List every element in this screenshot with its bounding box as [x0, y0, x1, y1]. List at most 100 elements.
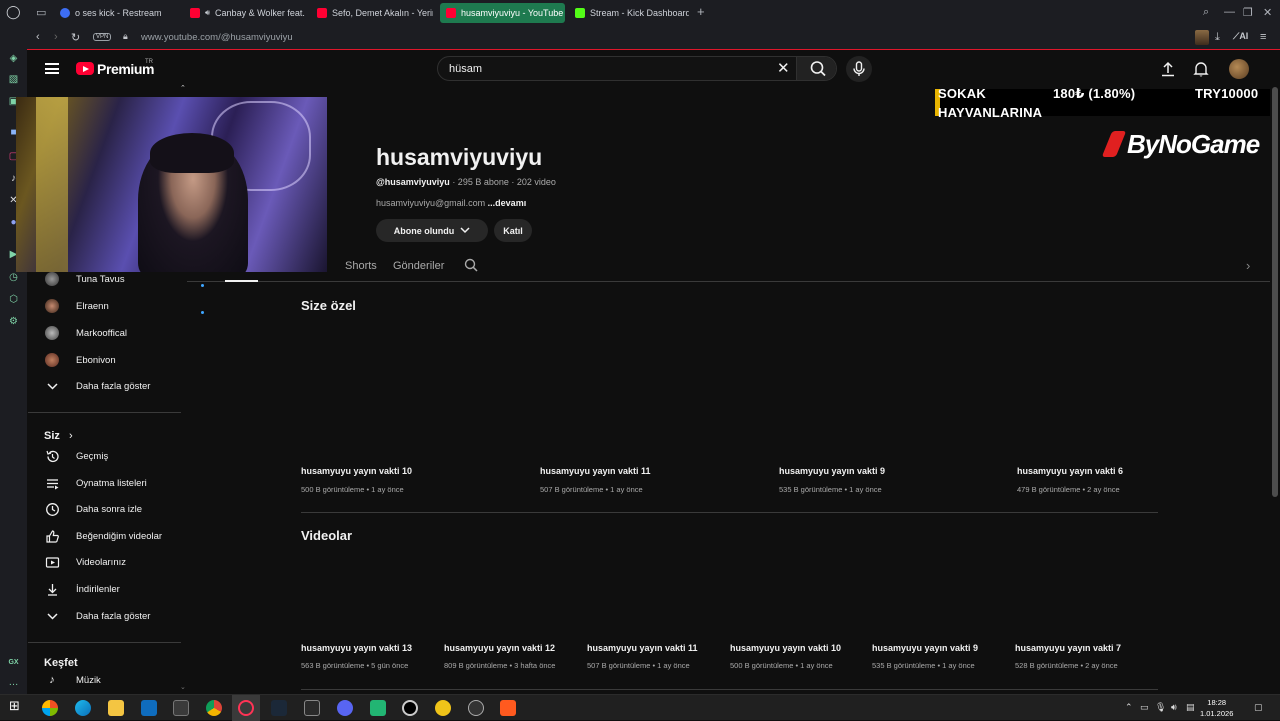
donation-amount: 180₺ (1.80%) [1053, 86, 1136, 101]
tab-kick-dashboard[interactable]: Stream - Kick Dashboard [569, 3, 689, 23]
tab-canbay-wolker[interactable]: 🔊︎ Canbay & Wolker feat. [184, 3, 306, 23]
more-icon[interactable]: … [7, 676, 20, 689]
chrome-icon[interactable] [206, 700, 222, 716]
vpn-badge[interactable]: VPN [93, 33, 112, 41]
channel-search-icon[interactable] [464, 258, 479, 273]
app-icon[interactable] [435, 700, 451, 716]
tab-husamviyuviyu[interactable]: husamviyuviyu - YouTube [440, 3, 565, 23]
donation-title-line-1: SOKAK [938, 86, 986, 101]
channel-name: husamviyuviyu [376, 144, 543, 170]
workspace-icon[interactable]: ▧ [7, 73, 20, 86]
outlook-icon[interactable] [141, 700, 157, 716]
gx-icon[interactable]: GX [7, 656, 20, 669]
tray-icon[interactable]: ▭ [1140, 702, 1149, 713]
video-title[interactable]: husamyuyu yayın vakti 10 [301, 466, 412, 476]
video-meta: 528 B görüntüleme • 2 ay önce [1015, 661, 1118, 670]
app-icon[interactable] [500, 700, 516, 716]
tab-restream[interactable]: o ses kick - Restream [54, 3, 184, 23]
steam-icon[interactable] [271, 700, 287, 716]
search-icon [810, 61, 826, 77]
search-button[interactable] [796, 57, 836, 80]
tab-overview-icon[interactable]: ▭ [36, 6, 46, 19]
tab-sefo-demet[interactable]: Sefo, Demet Akalın - Yerin [311, 3, 433, 23]
avatar [44, 325, 60, 341]
video-meta: 479 B görüntüleme • 2 ay önce [1017, 485, 1120, 494]
volume-icon[interactable]: 🔊︎ [1171, 702, 1177, 713]
video-title[interactable]: husamyuyu yayın vakti 10 [730, 643, 841, 653]
music-note-icon: ♪ [49, 674, 55, 686]
search-input[interactable] [438, 57, 788, 80]
edge-icon[interactable] [75, 700, 91, 716]
notifications-bell-icon[interactable] [1192, 60, 1210, 78]
upload-icon[interactable] [1159, 60, 1177, 78]
page-scrollbar[interactable] [1270, 51, 1280, 694]
lock-icon[interactable]: 🔒︎ [123, 31, 128, 42]
video-title[interactable]: husamyuyu yayın vakti 9 [872, 643, 978, 653]
explore-section-title: Keşfet [44, 657, 78, 669]
guide-scroll-up-icon[interactable]: ⌃ [180, 84, 186, 92]
aria-icon[interactable]: ◈ [7, 52, 20, 65]
extensions-icon[interactable]: ⬡ [7, 293, 20, 306]
restore-icon[interactable]: ❐ [1243, 6, 1253, 19]
history-icon[interactable]: ◷ [7, 271, 20, 284]
youtube-logo-icon[interactable] [76, 62, 94, 75]
settings-icon[interactable]: ⚙ [7, 315, 20, 328]
youtube-icon [446, 8, 456, 18]
store-icon[interactable] [173, 700, 189, 716]
guide-menu-icon[interactable] [45, 63, 59, 74]
new-tab-icon[interactable]: + [697, 4, 705, 19]
account-avatar[interactable] [1229, 59, 1249, 79]
forward-icon[interactable]: › [54, 31, 58, 43]
chevron-down-icon [460, 227, 470, 234]
copilot-icon[interactable] [42, 700, 58, 716]
video-title[interactable]: husamyuyu yayın vakti 11 [540, 466, 651, 476]
guide-scroll-down-icon[interactable]: ⌄ [180, 683, 186, 691]
search-tabs-icon[interactable]: ⌕ [1203, 6, 1209, 19]
ai-button[interactable]: ⟋AI [1233, 31, 1248, 42]
channel-more-link[interactable]: ...devamı [485, 198, 527, 208]
obs-icon[interactable] [402, 700, 418, 716]
microphone-tray-icon[interactable]: 🎙︎ [1155, 702, 1166, 713]
scrollbar-thumb[interactable] [1272, 87, 1278, 497]
channel-handle[interactable]: @husamviyuviyu [376, 177, 450, 187]
video-title[interactable]: husamyuyu yayın vakti 6 [1017, 466, 1123, 476]
network-icon[interactable]: ▤ [1186, 702, 1195, 713]
reload-icon[interactable]: ↻ [71, 31, 80, 44]
opera-logo-icon[interactable]: ◯ [6, 4, 21, 20]
join-button[interactable]: Katıl [494, 219, 532, 242]
app-icon[interactable] [370, 700, 386, 716]
subscribed-button[interactable]: Abone olundu [376, 219, 488, 242]
video-title[interactable]: husamyuyu yayın vakti 9 [779, 466, 885, 476]
profile-thumbnail[interactable] [1195, 30, 1209, 45]
you-section-title[interactable]: Siz › [44, 430, 73, 442]
tabs-scroll-right-icon[interactable]: › [1246, 258, 1250, 273]
minimize-icon[interactable]: — [1224, 6, 1235, 18]
back-icon[interactable]: ‹ [36, 31, 40, 43]
epic-games-icon[interactable] [304, 700, 320, 716]
section-videos-title[interactable]: Videolar [301, 528, 352, 543]
speaker-icon[interactable]: 🔊︎ [205, 8, 210, 18]
chevron-down-icon [44, 608, 60, 624]
tray-overflow-icon[interactable]: ⌃ [1125, 702, 1133, 713]
voice-search-button[interactable] [846, 56, 872, 82]
video-title[interactable]: husamyuyu yayın vakti 12 [444, 643, 555, 653]
tab-posts[interactable]: Gönderiler [393, 260, 444, 272]
windows-start-icon[interactable]: ⊞ [9, 698, 25, 714]
clear-search-icon[interactable]: ✕ [777, 59, 790, 77]
file-explorer-icon[interactable] [108, 700, 124, 716]
channel-meta: @husamviyuviyu · 295 B abone · 202 video [376, 177, 556, 187]
system-clock[interactable]: 18:28 1.01.2026 [1200, 697, 1233, 719]
notification-center-icon[interactable]: ▢ [1254, 702, 1263, 713]
new-content-dot [201, 311, 204, 314]
download-icon[interactable]: ⤓ [1215, 31, 1220, 44]
tab-shorts[interactable]: Shorts [345, 260, 377, 272]
menu-icon[interactable]: ≡ [1260, 31, 1266, 43]
video-title[interactable]: husamyuyu yayın vakti 7 [1015, 643, 1121, 653]
app-icon[interactable] [468, 700, 484, 716]
channel-description: husamviyuviyu@gmail.com ...devamı [376, 198, 526, 208]
discord-icon[interactable] [337, 700, 353, 716]
url-field[interactable]: www.youtube.com/@husamviyuviyu [141, 32, 293, 43]
close-window-icon[interactable]: ✕ [1263, 6, 1272, 19]
video-title[interactable]: husamyuyu yayın vakti 11 [587, 643, 698, 653]
video-title[interactable]: husamyuyu yayın vakti 13 [301, 643, 412, 653]
